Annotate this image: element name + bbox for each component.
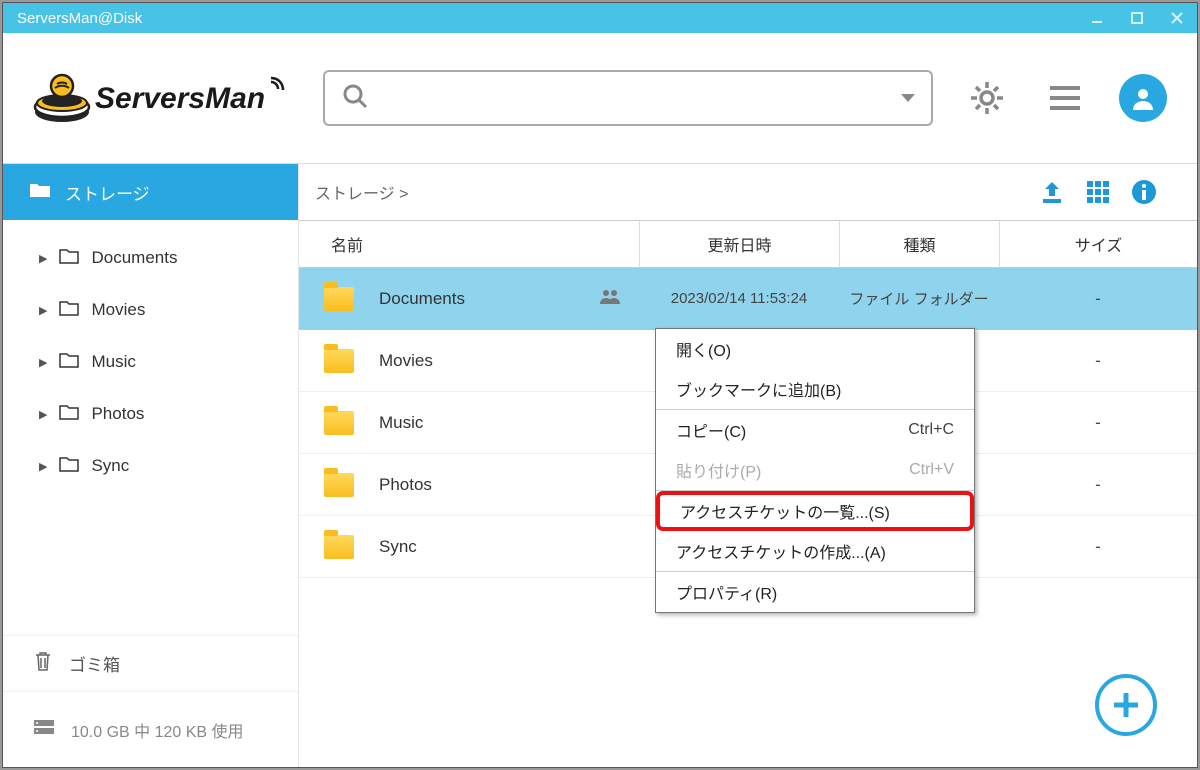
folder-icon	[299, 287, 379, 311]
minimize-button[interactable]	[1077, 3, 1117, 33]
file-size: -	[999, 289, 1197, 309]
search-input[interactable]	[323, 70, 933, 126]
folder-open-icon	[29, 181, 51, 204]
sidebar-storage-label: 10.0 GB 中 120 KB 使用	[71, 718, 244, 742]
menu-open[interactable]: 開く(O)	[656, 329, 974, 369]
search-wrap	[323, 70, 933, 126]
chevron-right-icon: ▶	[39, 408, 47, 421]
maximize-button[interactable]	[1117, 3, 1157, 33]
account-button[interactable]	[1119, 74, 1167, 122]
search-icon	[341, 82, 369, 115]
sidebar-trash-label: ゴミ箱	[69, 651, 120, 676]
sidebar-item-label: Photos	[91, 404, 144, 424]
add-button[interactable]	[1095, 674, 1157, 736]
storage-icon	[33, 719, 55, 740]
file-size: -	[999, 351, 1197, 371]
sidebar-trash[interactable]: ゴミ箱	[3, 635, 298, 691]
column-name[interactable]: 名前	[299, 232, 639, 256]
info-button[interactable]	[1121, 172, 1167, 212]
column-size[interactable]: サイズ	[999, 221, 1197, 267]
column-kind[interactable]: 種類	[839, 221, 999, 267]
menu-copy[interactable]: コピー(C)Ctrl+C	[656, 410, 974, 450]
app-logo: ServersMan	[33, 63, 293, 133]
sidebar-item-music[interactable]: ▶ Music	[3, 336, 298, 388]
sidebar-item-label: Movies	[91, 300, 145, 320]
menu-access-ticket-list[interactable]: アクセスチケットの一覧...(S)	[656, 491, 974, 531]
sidebar-item-documents[interactable]: ▶ Documents	[3, 232, 298, 284]
content: ストレージ ▶ Documents ▶ Movies ▶ Music ▶ Photos …	[3, 163, 1197, 767]
titlebar: ServersMan@Disk	[3, 3, 1197, 33]
file-date: 2023/02/14 11:53:24	[639, 290, 839, 307]
trash-icon	[33, 650, 53, 677]
folder-icon	[59, 300, 79, 321]
context-menu: 開く(O) ブックマークに追加(B) コピー(C)Ctrl+C 貼り付け(P)C…	[655, 328, 975, 613]
sidebar-item-movies[interactable]: ▶ Movies	[3, 284, 298, 336]
file-name: Documents	[379, 289, 599, 309]
file-name: Sync	[379, 537, 599, 557]
file-size: -	[999, 537, 1197, 557]
sidebar-list: ▶ Documents ▶ Movies ▶ Music ▶ Photos ▶ Sync	[3, 220, 298, 504]
sidebar-storage: 10.0 GB 中 120 KB 使用	[3, 691, 298, 767]
file-size: -	[999, 413, 1197, 433]
sidebar-item-label: Music	[91, 352, 135, 372]
folder-icon	[59, 248, 79, 269]
folder-icon	[59, 352, 79, 373]
folder-icon	[299, 473, 379, 497]
settings-button[interactable]	[963, 74, 1011, 122]
file-kind: ファイル フォルダー	[839, 288, 999, 309]
breadcrumb-row: ストレージ >	[299, 164, 1197, 220]
file-row-documents[interactable]: Documents 2023/02/14 11:53:24 ファイル フォルダー…	[299, 268, 1197, 330]
file-name: Movies	[379, 351, 599, 371]
folder-icon	[299, 411, 379, 435]
sidebar-header-label: ストレージ	[65, 180, 150, 205]
chevron-right-icon: ▶	[39, 252, 47, 265]
topbar: ServersMan	[3, 33, 1197, 163]
chevron-right-icon: ▶	[39, 356, 47, 369]
titlebar-controls	[1077, 3, 1197, 33]
sidebar-item-label: Documents	[91, 248, 177, 268]
menu-bookmark[interactable]: ブックマークに追加(B)	[656, 369, 974, 409]
window-title: ServersMan@Disk	[17, 10, 1077, 27]
sidebar: ストレージ ▶ Documents ▶ Movies ▶ Music ▶ Photos …	[3, 164, 299, 767]
menu-button[interactable]	[1041, 74, 1089, 122]
menu-paste: 貼り付け(P)Ctrl+V	[656, 450, 974, 490]
sidebar-item-photos[interactable]: ▶ Photos	[3, 388, 298, 440]
column-header: 名前 更新日時 種類 サイズ	[299, 220, 1197, 268]
menu-properties[interactable]: プロパティ(R)	[656, 572, 974, 612]
folder-icon	[59, 404, 79, 425]
sidebar-item-sync[interactable]: ▶ Sync	[3, 440, 298, 492]
close-button[interactable]	[1157, 3, 1197, 33]
svg-text:ServersMan: ServersMan	[95, 82, 265, 115]
app-window: ServersMan@Disk ServersMan	[2, 2, 1198, 768]
search-dropdown-icon[interactable]	[901, 94, 915, 102]
shared-icon	[599, 288, 639, 309]
folder-icon	[299, 349, 379, 373]
folder-icon	[299, 535, 379, 559]
column-date[interactable]: 更新日時	[639, 221, 839, 267]
sidebar-item-label: Sync	[91, 456, 129, 476]
sidebar-header[interactable]: ストレージ	[3, 164, 298, 220]
folder-icon	[59, 456, 79, 477]
file-name: Music	[379, 413, 599, 433]
file-name: Photos	[379, 475, 599, 495]
file-size: -	[999, 475, 1197, 495]
breadcrumb[interactable]: ストレージ >	[315, 180, 1029, 204]
chevron-right-icon: ▶	[39, 304, 47, 317]
chevron-right-icon: ▶	[39, 460, 47, 473]
menu-access-ticket-create[interactable]: アクセスチケットの作成...(A)	[656, 531, 974, 571]
upload-button[interactable]	[1029, 172, 1075, 212]
grid-view-button[interactable]	[1075, 172, 1121, 212]
